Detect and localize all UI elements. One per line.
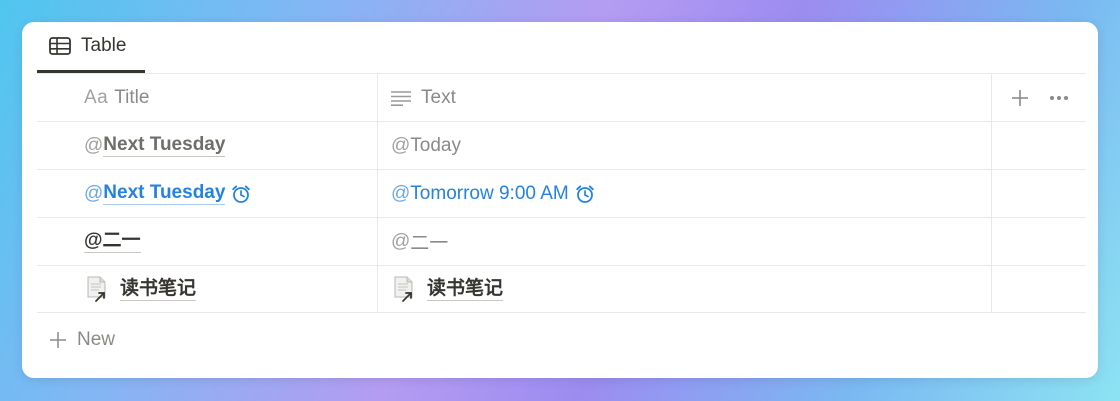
tab-table[interactable]: Table [37, 22, 145, 73]
text-cell[interactable]: @ 二一 [377, 218, 991, 265]
text-cell[interactable]: 读书笔记 [377, 266, 991, 312]
column-header-title[interactable]: Aa Title [37, 74, 377, 121]
alarm-clock-icon [231, 184, 251, 204]
view-tabbar: Table [37, 22, 1086, 73]
text-cell[interactable]: @ Today [377, 122, 991, 169]
add-new-row-button[interactable]: New [37, 317, 1086, 363]
plus-icon[interactable] [1010, 88, 1030, 108]
text-lines-icon [391, 90, 411, 106]
text-type-aa-icon: Aa [84, 86, 109, 108]
date-mention[interactable]: Today [410, 135, 461, 157]
empty-cell[interactable] [991, 218, 1086, 265]
table-row: @ Next Tuesday @ Tomorrow 9:00 AM [37, 169, 1086, 217]
page-link[interactable]: 读书笔记 [120, 278, 197, 301]
title-cell[interactable]: 读书笔记 [37, 266, 377, 312]
mention-at-sign: @ [391, 182, 411, 204]
title-cell[interactable]: @二一 [37, 218, 377, 265]
title-cell[interactable]: @ Next Tuesday [37, 170, 377, 217]
page-link-icon [84, 275, 112, 303]
page-link[interactable]: 读书笔记 [427, 278, 504, 301]
add-new-row-label: New [77, 329, 116, 350]
table-row: 读书笔记 读书笔记 [37, 265, 1086, 313]
header-actions [991, 74, 1086, 121]
date-mention[interactable]: Next Tuesday [103, 134, 226, 157]
mention-at-sign: @ [391, 134, 411, 156]
user-mention[interactable]: @二一 [84, 230, 141, 253]
column-header-title-label: Title [114, 86, 150, 108]
table-view-card: Table Aa Title Text @ Next Tuesday @ Tod… [22, 22, 1098, 378]
empty-cell[interactable] [991, 122, 1086, 169]
text-cell[interactable]: @ Tomorrow 9:00 AM [377, 170, 991, 217]
empty-cell[interactable] [991, 266, 1086, 312]
reminder-mention[interactable]: Next Tuesday [103, 182, 226, 205]
table-row: @二一 @ 二一 [37, 217, 1086, 265]
more-dots-icon[interactable] [1049, 88, 1069, 108]
empty-cell[interactable] [991, 170, 1086, 217]
database-table: Aa Title Text @ Next Tuesday @ Today @ N… [37, 73, 1086, 313]
mention-at-sign: @ [84, 134, 104, 156]
column-header-text[interactable]: Text [377, 74, 991, 121]
tab-table-label: Table [81, 35, 127, 56]
table-icon [49, 37, 71, 55]
mention-at-sign: @ [84, 182, 104, 204]
page-link-icon [391, 275, 419, 303]
table-row: @ Next Tuesday @ Today [37, 121, 1086, 169]
column-header-text-label: Text [421, 86, 456, 108]
plus-icon [49, 331, 67, 349]
table-header-row: Aa Title Text [37, 73, 1086, 121]
user-mention-name: 二一 [102, 230, 141, 251]
alarm-clock-icon [575, 184, 595, 204]
title-cell[interactable]: @ Next Tuesday [37, 122, 377, 169]
mention-at-sign: @ [391, 230, 411, 252]
mention-at-sign: @ [84, 230, 103, 251]
user-mention[interactable]: 二一 [410, 228, 448, 255]
reminder-mention[interactable]: Tomorrow 9:00 AM [410, 183, 568, 205]
